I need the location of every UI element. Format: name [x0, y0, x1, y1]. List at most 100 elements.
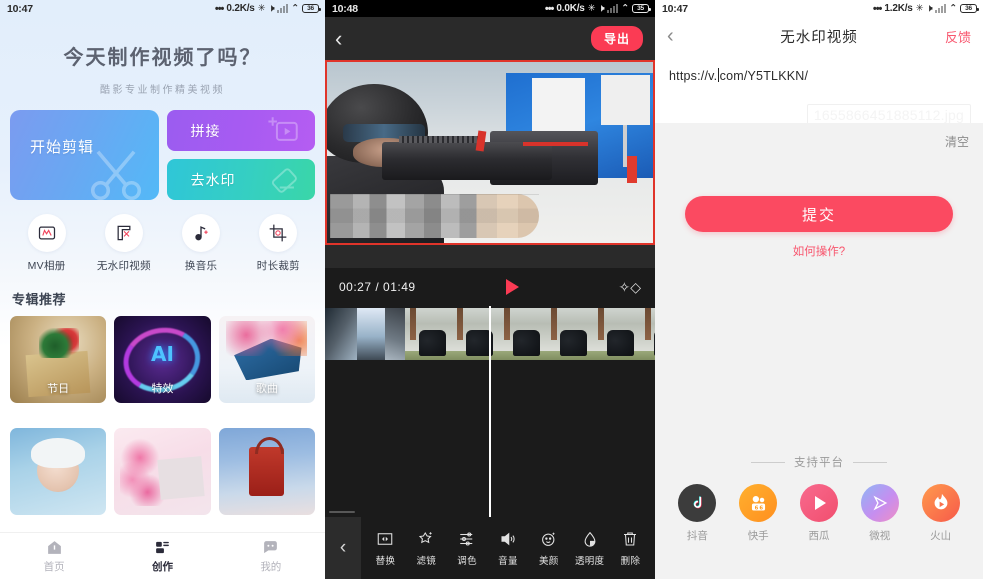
tool-label: 透明度	[574, 555, 605, 567]
video-preview[interactable]	[325, 60, 655, 245]
submit-button[interactable]: 提交	[685, 196, 953, 232]
battery-icon: 36	[960, 4, 979, 13]
quick-action-mv-album[interactable]: MV相册	[8, 214, 85, 273]
status-time: 10:48	[332, 2, 358, 15]
bluetooth-icon: ✳	[257, 2, 266, 14]
music-note-icon	[182, 214, 221, 252]
start-edit-tile[interactable]: 开始剪辑	[10, 110, 159, 200]
playback-control-bar: 00:27 / 01:49 ✧◇	[325, 268, 655, 306]
quick-action-change-music[interactable]: 换音乐	[163, 214, 240, 273]
album-grid: 节日 特效 歌曲	[0, 308, 325, 532]
start-edit-label: 开始剪辑	[30, 139, 95, 156]
watermark-body: 清空 提交 如何操作? 支持平台 抖音 6 6 快手 西瓜 微视 火山	[655, 123, 983, 579]
playback-time: 00:27 / 01:49	[339, 280, 416, 294]
status-icons: ••• 1.2K/s ✳ 🕨 ⌃ 36	[873, 2, 979, 14]
bluetooth-icon: ✳	[587, 2, 596, 14]
timeline-clip-thumb[interactable]	[385, 308, 405, 360]
platform-douyin[interactable]: 抖音	[678, 484, 717, 543]
douyin-glyph	[678, 484, 716, 522]
color-adjust-icon	[460, 531, 473, 546]
tool-label: 音量	[498, 555, 518, 567]
xigua-icon	[799, 484, 838, 522]
home-screen: 10:47 ••• 0.2K/s ✳ 🕨 ⌃ 36 今天制作视频了吗？ 酷影专业…	[0, 0, 325, 579]
douyin-icon	[678, 484, 717, 522]
cellular-signal-icon	[277, 4, 289, 13]
tool-delete[interactable]: 删除	[610, 530, 650, 567]
platform-xigua[interactable]: 西瓜	[799, 484, 838, 543]
timeline-frame	[546, 308, 593, 360]
status-time: 10:47	[662, 2, 688, 15]
timeline-playhead[interactable]	[489, 306, 491, 517]
tool-beauty[interactable]: 美颜	[529, 530, 569, 567]
album-card[interactable]: 特效	[114, 316, 211, 403]
editor-top-bar: ‹ 导出	[325, 17, 655, 60]
tool-opacity[interactable]: 透明度	[570, 530, 610, 567]
platform-huoshan[interactable]: 火山	[921, 484, 960, 543]
album-card[interactable]	[114, 428, 211, 515]
splice-label: 拼接	[190, 123, 221, 139]
platform-weishi[interactable]: 微视	[860, 484, 899, 543]
timeline-frame	[499, 308, 546, 360]
url-input[interactable]: https://v. com/Y5TLKKN/	[669, 68, 969, 83]
quick-action-no-watermark[interactable]: 无水印视频	[85, 214, 162, 273]
tool-replace[interactable]: 替换	[365, 530, 405, 567]
timeline-clip-thumb[interactable]	[357, 308, 385, 360]
quick-action-label: 无水印视频	[96, 260, 151, 272]
remove-watermark-tile[interactable]: 去水印	[166, 159, 315, 200]
divider-line-right	[853, 461, 887, 463]
tab-profile[interactable]: 我的	[217, 539, 325, 574]
collapse-toolbar-button[interactable]: ‹	[325, 517, 361, 579]
tab-home[interactable]: 首页	[0, 539, 108, 574]
timeline-track-area[interactable]	[325, 306, 655, 517]
preview-mosaic-blur-overlay[interactable]	[330, 194, 539, 239]
feedback-button[interactable]: 反馈	[945, 27, 971, 46]
tool-color-adjust[interactable]: 调色	[447, 530, 487, 567]
wifi-icon: ⌃	[949, 2, 957, 14]
splice-tile[interactable]: 拼接	[166, 110, 315, 151]
tab-create[interactable]: 创作	[108, 539, 216, 574]
preview-weapon-barrel	[382, 141, 552, 180]
timeline-scrollbar[interactable]	[329, 511, 355, 513]
supported-platforms-title: 支持平台	[794, 457, 844, 469]
preview-red-post	[626, 156, 637, 184]
url-text-before-caret: https://v.	[669, 69, 718, 83]
hero-banner: 今天制作视频了吗？ 酷影专业制作精美视频	[0, 17, 325, 96]
huoshan-glyph	[922, 484, 960, 522]
album-card[interactable]	[10, 428, 107, 515]
album-card[interactable]: 节日	[10, 316, 107, 403]
album-card[interactable]: 歌曲	[218, 316, 315, 403]
how-to-link[interactable]: 如何操作?	[655, 243, 983, 259]
album-card[interactable]	[218, 428, 315, 515]
export-button[interactable]: 导出	[590, 26, 643, 51]
weishi-icon	[860, 484, 899, 522]
tool-label: 替换	[375, 555, 396, 567]
play-icon[interactable]	[505, 279, 519, 295]
platform-name: 微视	[869, 530, 891, 542]
platform-kuaishou[interactable]: 6 6 快手	[739, 484, 778, 543]
tab-label: 我的	[260, 560, 282, 573]
huoshan-icon	[921, 484, 960, 522]
platform-name: 西瓜	[808, 530, 830, 542]
network-speed: 1.2K/s	[884, 3, 913, 14]
url-input-area[interactable]: https://v. com/Y5TLKKN/ 1655866451885112.…	[655, 55, 983, 126]
weishi-glyph	[861, 484, 899, 522]
tool-label: 美颜	[538, 555, 559, 567]
chevron-left-icon[interactable]: ‹	[335, 27, 342, 50]
status-icons: ••• 0.0K/s ✳ 🕨 ⌃ 35	[545, 2, 651, 14]
url-text-after-caret: com/Y5TLKKN/	[719, 69, 809, 83]
watermark-top-bar: ‹ 无水印视频 反馈	[655, 17, 983, 55]
section-title-albums: 专辑推荐	[12, 292, 67, 307]
quick-action-duration-crop[interactable]: 时长裁剪	[240, 214, 317, 273]
signal-dots-icon: •••	[214, 2, 225, 15]
timeline-frame	[593, 308, 640, 360]
sparkle-diamond-icon[interactable]: ✧◇	[619, 279, 642, 296]
battery-icon: 35	[632, 4, 651, 13]
tool-label: 删除	[620, 555, 641, 567]
home-icon	[47, 540, 61, 554]
no-watermark-icon	[104, 214, 143, 252]
tool-volume[interactable]: 音量	[488, 530, 528, 567]
tool-filter[interactable]: 滤镜	[406, 530, 446, 567]
clear-button[interactable]: 清空	[945, 133, 969, 150]
platform-name: 火山	[930, 530, 952, 542]
timeline-clip-thumb[interactable]	[325, 308, 357, 360]
